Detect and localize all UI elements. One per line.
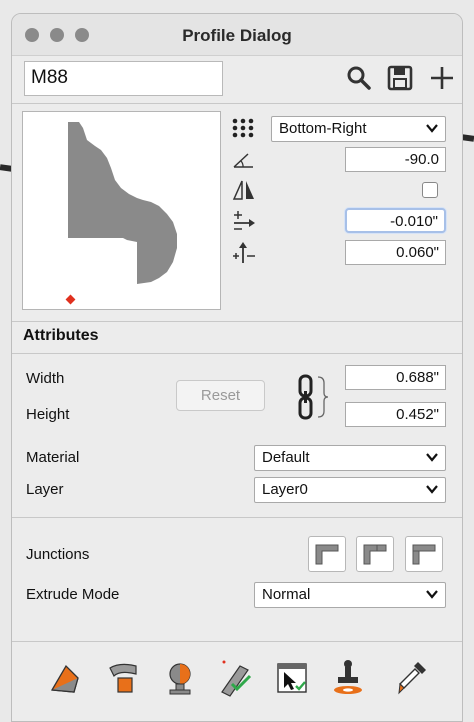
material-select-value: Default (262, 449, 310, 466)
search-icon[interactable] (345, 64, 373, 92)
anchor-select[interactable]: Bottom-Right (271, 116, 446, 142)
layer-select[interactable]: Layer0 (254, 477, 446, 503)
layer-select-value: Layer0 (262, 481, 308, 498)
layer-label: Layer (26, 481, 64, 498)
eyedropper-tool-icon[interactable] (394, 658, 430, 698)
material-divider (12, 517, 462, 518)
junctions-label: Junctions (26, 546, 90, 563)
profile-toolbar: M88 (24, 61, 453, 97)
anchor-select-value: Bottom-Right (279, 120, 367, 137)
width-label: Width (26, 370, 65, 387)
junction-miter-icon (315, 544, 339, 565)
plus-icon[interactable] (428, 64, 456, 92)
horizontal-offset-input[interactable]: -0.010" (345, 208, 446, 233)
mirror-icon (232, 180, 254, 200)
extrude-mode-select-value: Normal (262, 586, 311, 603)
title-bar: Profile Dialog (12, 14, 462, 56)
chevron-down-icon (426, 124, 438, 133)
profile-name-input[interactable]: M88 (24, 61, 223, 96)
chevron-down-icon (426, 590, 438, 599)
lathe-tool-icon[interactable] (162, 658, 198, 698)
profile-dialog-window: Profile Dialog M88 Bottom-Right -90.0 -0… (11, 13, 463, 722)
extrude-mode-select[interactable]: Normal (254, 582, 446, 608)
stamp-tool-icon[interactable] (330, 658, 366, 698)
material-label: Material (26, 449, 80, 466)
vertical-offset-input[interactable]: 0.060" (345, 240, 446, 265)
junction-butt-horizontal-icon (363, 544, 387, 565)
reset-button[interactable]: Reset (176, 380, 265, 411)
placement-divider (12, 321, 462, 322)
profile-shape (68, 122, 177, 284)
window-title: Profile Dialog (182, 26, 292, 45)
junction-butt-horizontal-button[interactable] (356, 536, 394, 572)
profile-wedge-tool-icon[interactable] (48, 658, 84, 698)
horizontal-offset-icon (234, 211, 255, 230)
rotation-angle-icon (233, 153, 253, 168)
link-chain-icon[interactable] (296, 373, 330, 421)
attributes-divider (12, 353, 462, 354)
height-input[interactable]: 0.452" (345, 402, 446, 427)
material-select[interactable]: Default (254, 445, 446, 471)
vertical-offset-icon (233, 242, 255, 263)
rotation-input[interactable]: -90.0 (345, 147, 446, 172)
mirror-checkbox[interactable] (422, 182, 438, 198)
junction-miter-button[interactable] (308, 536, 346, 572)
extrude-mode-label: Extrude Mode (26, 586, 120, 603)
chevron-down-icon (426, 485, 438, 494)
attributes-heading: Attributes (23, 327, 99, 344)
follow-path-tool-icon[interactable] (106, 658, 142, 698)
apply-profile-tool-icon[interactable] (218, 658, 254, 698)
chevron-down-icon (426, 453, 438, 462)
height-label: Height (26, 406, 70, 423)
profile-preview (22, 111, 221, 310)
toolbar-divider (12, 103, 462, 104)
select-edit-tool-icon[interactable] (274, 658, 310, 698)
width-input[interactable]: 0.688" (345, 365, 446, 390)
save-icon[interactable] (386, 64, 414, 92)
junction-butt-vertical-icon (412, 544, 436, 565)
junction-butt-vertical-button[interactable] (405, 536, 443, 572)
anchor-grid-icon (232, 118, 254, 138)
